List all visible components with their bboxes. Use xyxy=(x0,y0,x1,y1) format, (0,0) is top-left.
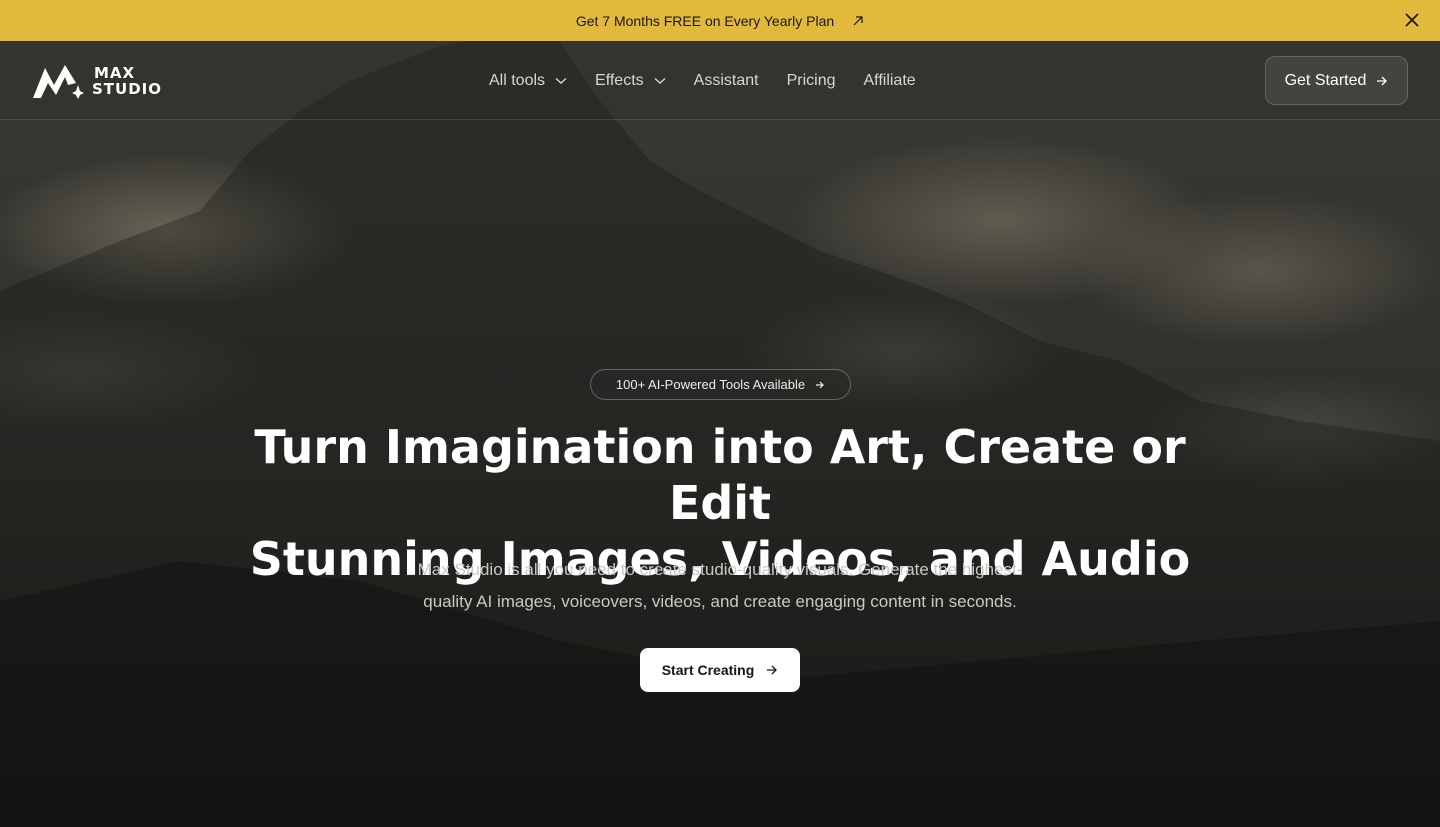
nav-item-pricing[interactable]: Pricing xyxy=(787,72,836,90)
get-started-button[interactable]: Get Started xyxy=(1265,56,1408,105)
nav-links: All tools Effects Assistant Pricing Affi… xyxy=(489,68,944,94)
headline-line-1: Turn Imagination into Art, Create or Edi… xyxy=(254,420,1186,530)
get-started-label: Get Started xyxy=(1284,71,1367,89)
logo-text: MAX STUDIO xyxy=(92,65,162,97)
promo-link[interactable]: Get 7 Months FREE on Every Yearly Plan xyxy=(576,13,864,29)
hero-subtext: Max Studio is all you need to create stu… xyxy=(380,554,1060,618)
hero-section: MAX STUDIO All tools Effects Assistant P… xyxy=(0,41,1440,827)
close-icon[interactable] xyxy=(1402,10,1422,30)
subtext-line-2: quality AI images, voiceovers, videos, a… xyxy=(423,592,1017,611)
badge-label: 100+ AI-Powered Tools Available xyxy=(615,377,806,392)
start-creating-label: Start Creating xyxy=(661,662,755,678)
arrow-up-right-icon xyxy=(853,15,863,25)
nav-item-label: All tools xyxy=(489,72,546,89)
nav-item-label: Effects xyxy=(595,72,644,89)
tools-available-badge[interactable]: 100+ AI-Powered Tools Available xyxy=(590,369,851,400)
logo[interactable]: MAX STUDIO xyxy=(32,62,172,100)
nav-item-affiliate[interactable]: Affiliate xyxy=(863,72,915,90)
start-creating-button[interactable]: Start Creating xyxy=(640,648,800,692)
nav-item-label: Affiliate xyxy=(863,72,916,89)
subtext-line-1: Max Studio is all you need to create stu… xyxy=(417,560,1023,579)
promo-text: Get 7 Months FREE on Every Yearly Plan xyxy=(575,12,835,29)
nav-item-assistant[interactable]: Assistant xyxy=(694,72,759,90)
arrow-right-icon xyxy=(816,381,824,388)
logo-line-1: MAX xyxy=(94,64,136,82)
arrow-right-icon xyxy=(1377,76,1388,85)
chevron-down-icon xyxy=(555,77,567,84)
nav-item-label: Pricing xyxy=(786,72,836,89)
nav-item-all-tools[interactable]: All tools xyxy=(489,72,567,90)
chevron-down-icon xyxy=(654,77,666,84)
logo-line-2: STUDIO xyxy=(92,80,162,98)
nav-item-label: Assistant xyxy=(693,72,759,89)
promo-banner: Get 7 Months FREE on Every Yearly Plan xyxy=(0,0,1440,41)
navbar: MAX STUDIO All tools Effects Assistant P… xyxy=(0,41,1440,120)
nav-item-effects[interactable]: Effects xyxy=(595,72,666,90)
arrow-right-icon xyxy=(767,665,778,675)
max-studio-logo-icon xyxy=(33,65,84,99)
